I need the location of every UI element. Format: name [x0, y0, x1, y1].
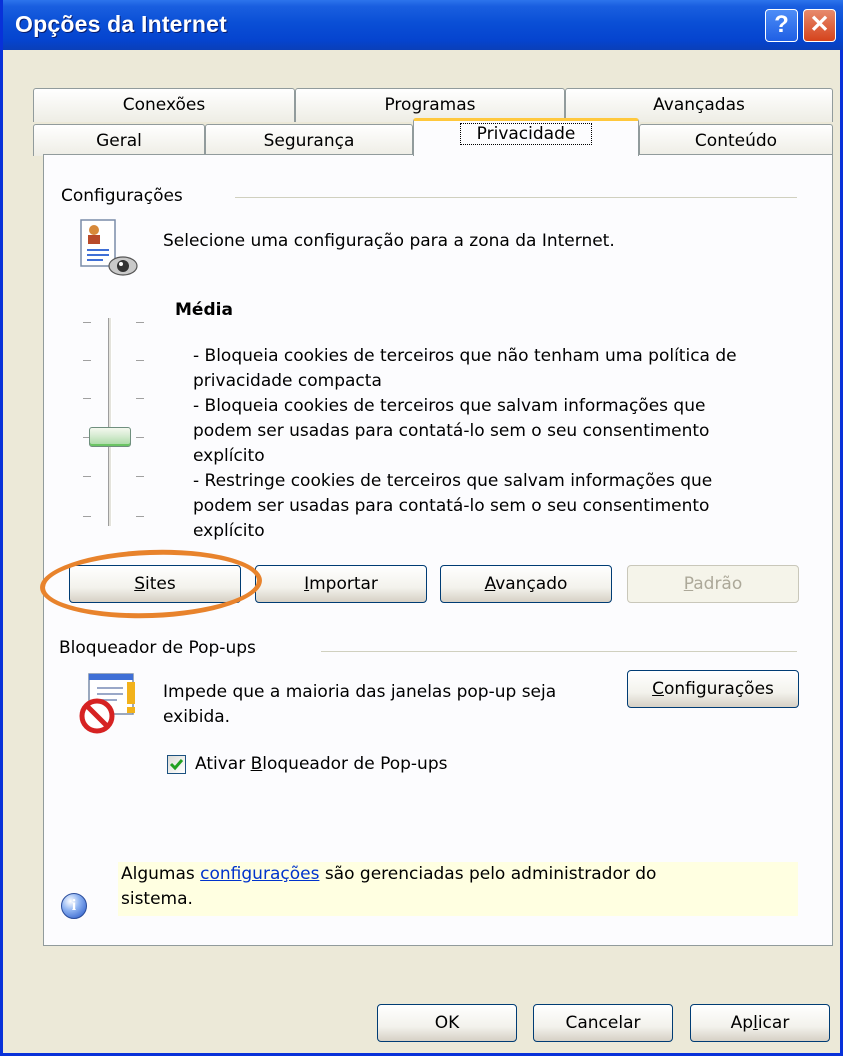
level-line: - Bloqueia cookies de terceiros que não … — [193, 346, 737, 366]
privacy-level-title: Média — [175, 300, 233, 320]
slider-tick — [136, 360, 144, 361]
checkbox-label: Ativar — [195, 754, 251, 774]
button-accelerator: P — [683, 574, 694, 594]
slider-thumb[interactable] — [89, 427, 131, 447]
apply-button[interactable]: Aplicar — [690, 1004, 830, 1042]
privacy-document-icon — [79, 218, 143, 278]
slider-tick — [136, 322, 144, 323]
popup-blocker-icon — [77, 672, 143, 734]
notice-text: Algumas — [121, 864, 201, 884]
checkbox-label: loqueador de Pop-ups — [262, 754, 448, 774]
configuracoes-link[interactable]: configurações — [200, 864, 319, 884]
highlight-circle — [38, 546, 264, 622]
level-line: podem ser usadas para contatá-lo sem o s… — [193, 496, 710, 516]
level-line: explícito — [193, 446, 265, 466]
button-label: icar — [757, 1013, 790, 1033]
import-button[interactable]: Importar — [255, 565, 427, 603]
button-label: onfigurações — [663, 679, 774, 699]
settings-group-title: Configurações — [61, 186, 183, 206]
popup-settings-button[interactable]: Configurações — [627, 670, 799, 708]
enable-popup-blocker-label[interactable]: Ativar Bloqueador de Pop-ups — [195, 752, 447, 777]
ok-button[interactable]: OK — [377, 1004, 517, 1042]
level-line: - Restringe cookies de terceiros que sal… — [193, 471, 713, 491]
slider-tick — [136, 437, 144, 438]
level-line: podem ser usadas para contatá-lo sem o s… — [193, 421, 710, 441]
enable-popup-blocker-checkbox[interactable] — [167, 755, 186, 774]
checkmark-icon — [169, 759, 184, 771]
button-label: mportar — [309, 574, 378, 594]
slider-tick — [136, 398, 144, 399]
level-line: privacidade compacta — [193, 371, 382, 391]
slider-tick — [136, 476, 144, 477]
advanced-button[interactable]: Avançado — [440, 565, 612, 603]
button-accelerator: A — [484, 574, 496, 594]
settings-description: Selecione uma configuração para a zona d… — [163, 231, 615, 251]
slider-tick — [83, 516, 91, 517]
popup-description-line2: exibida. — [163, 707, 231, 727]
info-icon: i — [61, 893, 87, 919]
popup-group-title: Bloqueador de Pop-ups — [59, 638, 256, 658]
checkbox-accelerator: B — [250, 754, 263, 774]
notice-text: são gerenciadas pelo administrador do — [319, 864, 657, 884]
settings-divider — [235, 197, 797, 198]
dialog-window: Opções da Internet ? ✕ Conexões Programa… — [0, 0, 843, 1056]
slider-tick — [136, 516, 144, 517]
cancel-button[interactable]: Cancelar — [533, 1004, 673, 1042]
slider-tick — [83, 476, 91, 477]
default-button[interactable]: Padrão — [627, 565, 799, 603]
slider-tick — [83, 398, 91, 399]
popup-divider — [321, 651, 797, 652]
level-line: explícito — [193, 521, 265, 541]
slider-tick — [83, 360, 91, 361]
privacy-level-description: - Bloqueia cookies de terceiros que não … — [193, 344, 793, 544]
button-label: adrão — [693, 574, 743, 594]
notice-line1: Algumas configurações são gerenciadas pe… — [121, 862, 656, 887]
level-line: - Bloqueia cookies de terceiros que salv… — [193, 396, 706, 416]
button-label: Ap — [730, 1013, 754, 1033]
slider-tick — [83, 322, 91, 323]
button-label: vançado — [495, 574, 568, 594]
popup-description-line1: Impede que a maioria das janelas pop-up … — [163, 682, 557, 702]
slider-track — [108, 318, 112, 526]
button-accelerator: C — [652, 679, 664, 699]
notice-line2: sistema. — [121, 889, 193, 909]
